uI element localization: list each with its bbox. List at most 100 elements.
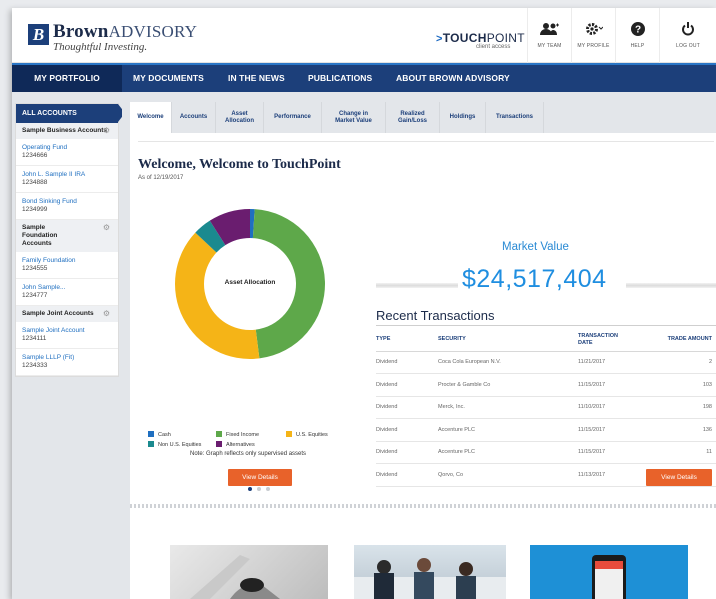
legend-item: Fixed Income: [216, 431, 259, 438]
table-row[interactable]: Dividend Accenture PLC 11/15/2017 11: [376, 441, 716, 464]
recent-transactions-title: Recent Transactions: [376, 308, 495, 323]
type-cell: Dividend: [376, 396, 438, 419]
carousel-dot-active[interactable]: [248, 487, 252, 491]
nav-my-portfolio[interactable]: MY PORTFOLIO: [12, 65, 122, 92]
my-team-button[interactable]: MY TEAM: [527, 8, 571, 63]
tab-performance[interactable]: Performance: [264, 102, 322, 133]
account-item[interactable]: Sample Joint Account 1234111: [16, 322, 118, 349]
divider: [138, 141, 714, 142]
gear-icon[interactable]: ⚙: [103, 224, 110, 232]
carousel-dot[interactable]: [257, 487, 261, 491]
tab-accounts[interactable]: Accounts: [172, 102, 216, 133]
account-group-name: Sample Joint Accounts: [22, 310, 94, 317]
help-button[interactable]: ? HELP: [615, 8, 659, 63]
touchpoint-logo[interactable]: >TOUCHPOINT: [436, 31, 525, 45]
tab-realized-gain-loss[interactable]: Realized Gain/Loss: [386, 102, 440, 133]
my-profile-button[interactable]: MY PROFILE: [571, 8, 615, 63]
account-number: 1234333: [22, 362, 48, 369]
account-group[interactable]: Sample Foundation Accounts ⚙: [16, 220, 118, 252]
portfolio-tabs: Welcome Accounts Asset Allocation Perfor…: [130, 102, 716, 133]
account-group[interactable]: Sample Business Accounts ⚙: [16, 123, 118, 139]
security-cell: Coca Cola European N.V.: [438, 351, 578, 374]
tab-asset-allocation[interactable]: Asset Allocation: [216, 102, 264, 133]
account-item[interactable]: John L. Sample II IRA 1234888: [16, 166, 118, 193]
legend-label: Cash: [158, 432, 171, 438]
amount-cell: 2: [650, 351, 716, 374]
meeting-photo: [354, 558, 506, 599]
donut-center-label: Asset Allocation: [224, 279, 276, 286]
amount-cell: 198: [650, 396, 716, 419]
article-thumbnail[interactable]: [170, 545, 328, 599]
account-name: John L. Sample II IRA: [22, 171, 86, 178]
allocation-note: Note: Graph reflects only supervised ass…: [190, 451, 307, 457]
view-details-button[interactable]: View Details: [228, 469, 292, 486]
account-group[interactable]: Sample Joint Accounts ⚙: [16, 306, 118, 322]
nav-publications[interactable]: PUBLICATIONS: [308, 65, 372, 92]
account-name: Family Foundation: [22, 257, 76, 264]
security-cell: Merck, Inc.: [438, 396, 578, 419]
welcome-panel: Welcome, Welcome to TouchPoint As of 12/…: [130, 133, 716, 497]
account-item[interactable]: Operating Fund 1234666: [16, 139, 118, 166]
gear-icon[interactable]: ⚙: [103, 127, 110, 135]
account-group-name: Sample Foundation Accounts: [22, 224, 58, 247]
date-cell: 11/13/2017: [578, 463, 650, 487]
team-icon: [528, 22, 571, 40]
power-icon: [660, 22, 716, 40]
legend-item: Non U.S. Equities: [148, 441, 201, 448]
security-cell: Qorvo, Co: [438, 463, 578, 487]
gear-icon: [572, 22, 615, 40]
market-value-amount: $24,517,404: [462, 265, 607, 293]
account-item[interactable]: Bond Sinking Fund 1234999: [16, 193, 118, 220]
account-item[interactable]: Sample LLLP (Fit) 1234333: [16, 349, 118, 376]
nav-in-the-news[interactable]: IN THE NEWS: [228, 65, 285, 92]
divider: [130, 504, 716, 508]
phone-image: [592, 555, 626, 599]
log-out-button[interactable]: LOG OUT: [659, 8, 716, 63]
table-row[interactable]: Dividend Coca Cola European N.V. 11/21/201…: [376, 351, 716, 374]
recent-transactions-table: TYPE SECURITY TRANSACTION DATE TRADE AMO…: [376, 329, 716, 487]
carousel-dot[interactable]: [266, 487, 270, 491]
table-body: Dividend Coca Cola European N.V. 11/21/201…: [376, 351, 716, 487]
brand-logo-mark[interactable]: B: [28, 24, 49, 45]
transactions-view-details-button[interactable]: View Details: [646, 469, 712, 486]
touchpoint-arrow: >: [436, 33, 443, 45]
brand-logo[interactable]: BrownADVISORY: [53, 21, 197, 43]
account-name: John Sample...: [22, 284, 66, 291]
table-row[interactable]: Dividend Procter & Gamble Co 11/15/2017 103: [376, 373, 716, 397]
article-thumbnail[interactable]: [354, 545, 506, 599]
nav-about-brown-advisory[interactable]: ABOUT BROWN ADVISORY: [396, 65, 510, 92]
gear-icon[interactable]: ⚙: [103, 310, 110, 318]
table-row[interactable]: Dividend Merck, Inc. 11/10/2017 198: [376, 396, 716, 419]
date-cell: 11/21/2017: [578, 351, 650, 374]
date-cell: 11/15/2017: [578, 441, 650, 464]
my-profile-label: MY PROFILE: [577, 43, 610, 49]
tab-transactions[interactable]: Transactions: [486, 102, 544, 133]
tab-holdings[interactable]: Holdings: [440, 102, 486, 133]
amount-cell: 103: [650, 373, 716, 397]
type-cell: Dividend: [376, 418, 438, 442]
legend-swatch: [148, 441, 154, 447]
tab-welcome[interactable]: Welcome: [130, 102, 172, 133]
main-content: Welcome Accounts Asset Allocation Perfor…: [122, 92, 716, 599]
date-cell: 11/15/2017: [578, 418, 650, 442]
amount-cell: 136: [650, 418, 716, 442]
site-header: B BrownADVISORY Thoughtful Investing. >T…: [12, 8, 716, 63]
page-title: Welcome, Welcome to TouchPoint: [138, 157, 341, 172]
nav-my-documents[interactable]: MY DOCUMENTS: [133, 65, 204, 92]
security-cell: Accenture PLC: [438, 441, 578, 464]
security-cell: Accenture PLC: [438, 418, 578, 442]
tab-change-in-market-value[interactable]: Change in Market Value: [322, 102, 386, 133]
divider: [626, 283, 716, 288]
main-nav: MY PORTFOLIO MY DOCUMENTS IN THE NEWS PU…: [12, 63, 716, 92]
table-row[interactable]: Dividend Accenture PLC 11/15/2017 136: [376, 418, 716, 442]
all-accounts-button[interactable]: ALL ACCOUNTS: [16, 104, 125, 123]
article-thumbnail[interactable]: [530, 545, 688, 599]
type-cell: Dividend: [376, 441, 438, 464]
as-of-date: As of 12/19/2017: [138, 175, 184, 181]
legend-label: U.S. Equities: [296, 432, 328, 438]
account-item[interactable]: Family Foundation 1234555: [16, 252, 118, 279]
legend-swatch: [216, 441, 222, 447]
type-cell: Dividend: [376, 351, 438, 374]
account-item[interactable]: John Sample... 1234777: [16, 279, 118, 306]
help-icon: ?: [616, 22, 659, 40]
